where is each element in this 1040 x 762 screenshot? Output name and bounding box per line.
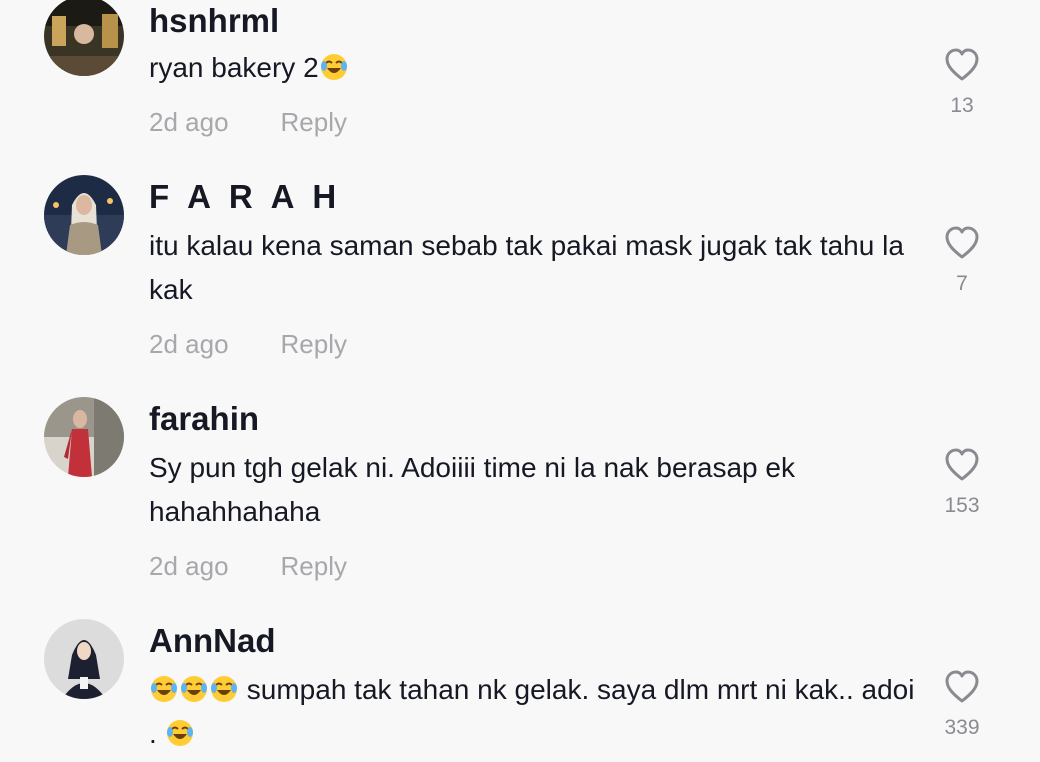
like-button[interactable]: 13 [932, 46, 992, 118]
reply-button[interactable]: Reply [281, 551, 347, 581]
avatar[interactable] [44, 175, 124, 255]
avatar-photo [44, 0, 124, 76]
comment-text: sumpah tak tahan nk gelak. saya dlm mrt … [149, 668, 919, 756]
like-count: 13 [950, 94, 974, 117]
avatar-photo [44, 175, 124, 255]
comment-meta: 2d ago Reply [149, 550, 347, 582]
comment-text-content: sumpah tak tahan nk gelak. saya dlm mrt … [149, 674, 915, 749]
avatar[interactable] [44, 0, 124, 76]
username[interactable]: F A R A H [149, 177, 341, 217]
like-button[interactable]: 339 [932, 668, 992, 740]
like-button[interactable]: 153 [932, 446, 992, 518]
face-with-tears-of-joy-icon [151, 676, 177, 702]
heart-outline-icon[interactable] [943, 224, 981, 262]
avatar[interactable] [44, 397, 124, 477]
comment-text-content: Sy pun tgh gelak ni. Adoiiii time ni la … [149, 452, 795, 527]
avatar-photo [44, 397, 124, 477]
face-with-tears-of-joy-icon [166, 720, 193, 746]
heart-outline-icon[interactable] [943, 446, 981, 484]
comment-meta: 2d ago Reply [149, 328, 347, 360]
reply-button[interactable]: Reply [281, 107, 347, 137]
timestamp: 2d ago [149, 329, 229, 359]
heart-outline-icon[interactable] [943, 668, 981, 706]
comment-text: ryan bakery 2 [149, 46, 919, 90]
comment-list: hsnhrml ryan bakery 2 2d ago Reply 13 F A… [0, 0, 1040, 762]
timestamp: 2d ago [149, 107, 229, 137]
avatar[interactable] [44, 619, 124, 699]
face-with-tears-of-joy-icon [181, 676, 207, 702]
like-count: 339 [944, 716, 980, 739]
like-count: 153 [944, 494, 980, 517]
username[interactable]: hsnhrml [149, 1, 279, 41]
comment-text-content: ryan bakery 2 [149, 52, 319, 83]
face-with-tears-of-joy-icon [211, 676, 237, 702]
like-count: 7 [956, 272, 968, 295]
comment-text: itu kalau kena saman sebab tak pakai mas… [149, 224, 919, 312]
avatar-photo [44, 619, 124, 699]
heart-outline-icon[interactable] [943, 46, 981, 84]
like-button[interactable]: 7 [932, 224, 992, 296]
username[interactable]: farahin [149, 399, 259, 439]
comment-text-content: itu kalau kena saman sebab tak pakai mas… [149, 230, 904, 305]
reply-button[interactable]: Reply [281, 329, 347, 359]
comment-meta: 2d ago Reply [149, 106, 347, 138]
timestamp: 2d ago [149, 551, 229, 581]
username[interactable]: AnnNad [149, 621, 276, 661]
face-with-tears-of-joy-icon [320, 54, 347, 80]
comment-text: Sy pun tgh gelak ni. Adoiiii time ni la … [149, 446, 919, 534]
